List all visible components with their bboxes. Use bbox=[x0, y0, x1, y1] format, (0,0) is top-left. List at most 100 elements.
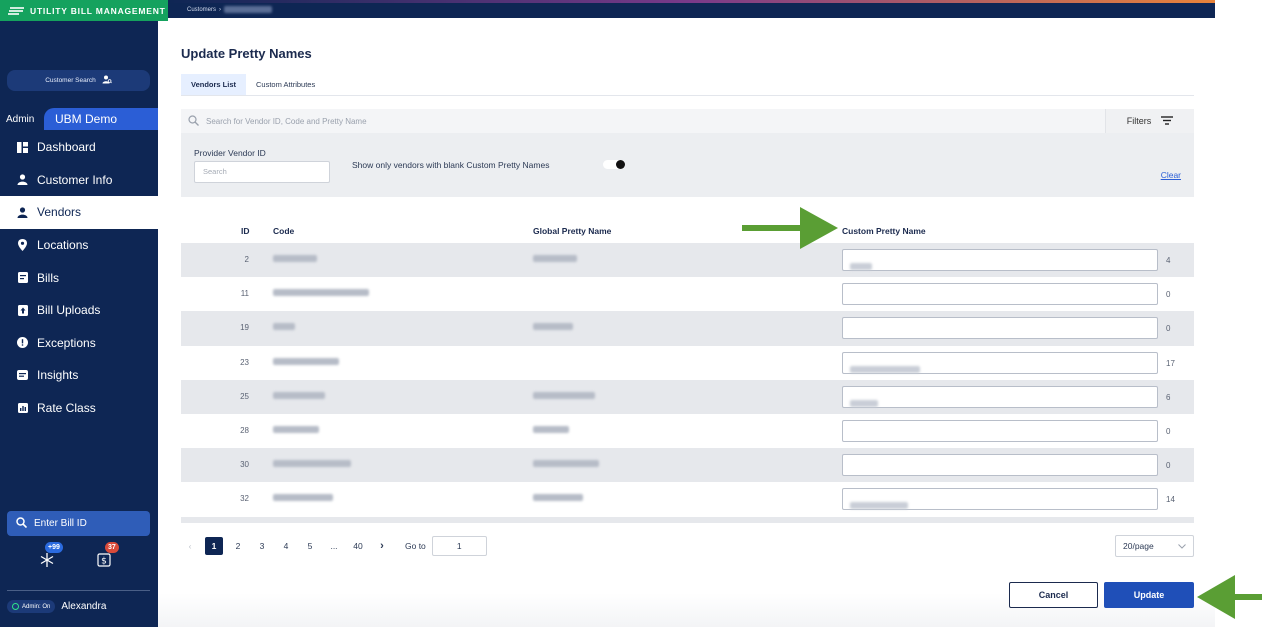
custom-pretty-name-input[interactable] bbox=[842, 351, 1158, 374]
user-name[interactable]: Alexandra bbox=[61, 601, 106, 612]
table-row bbox=[181, 516, 1194, 523]
row-code-redacted bbox=[273, 425, 319, 435]
table-row: 30 0 bbox=[181, 448, 1194, 483]
prev-page-button[interactable]: ‹ bbox=[181, 537, 199, 555]
row-id: 28 bbox=[240, 425, 249, 435]
user-row: Admin: On Alexandra bbox=[7, 600, 106, 613]
tab-vendors-list[interactable]: Vendors List bbox=[181, 74, 247, 95]
table-header: ID Code Global Pretty Name Custom Pretty… bbox=[181, 218, 1194, 243]
sidebar-item-label: Locations bbox=[37, 238, 89, 253]
sidebar-item-exceptions[interactable]: Exceptions bbox=[0, 327, 158, 360]
filter-panel: Provider Vendor ID Search Show only vend… bbox=[181, 133, 1194, 197]
row-count: 0 bbox=[1166, 426, 1171, 436]
next-page-button[interactable]: › bbox=[373, 537, 391, 555]
sidebar-item-customer-info[interactable]: Customer Info bbox=[0, 164, 158, 197]
sidebar-item-label: Insights bbox=[37, 368, 79, 383]
custom-pretty-name-input[interactable] bbox=[842, 522, 1158, 523]
search-bar: Search for Vendor ID, Code and Pretty Na… bbox=[181, 109, 1194, 133]
sidebar-item-bills[interactable]: Bills bbox=[0, 261, 158, 294]
admin-mode-label: Admin: On bbox=[22, 603, 51, 610]
bill-id-input[interactable]: Enter Bill ID bbox=[7, 511, 150, 536]
page-5-button[interactable]: 5 bbox=[301, 537, 319, 555]
page-ellipsis[interactable]: ... bbox=[325, 537, 343, 555]
page-size-select[interactable]: 20/page bbox=[1115, 535, 1194, 557]
row-id: 11 bbox=[240, 289, 249, 299]
page-2-button[interactable]: 2 bbox=[229, 537, 247, 555]
provider-vendor-id-input[interactable]: Search bbox=[194, 161, 330, 183]
notification-badge: +99 bbox=[45, 542, 63, 553]
breadcrumb-customers[interactable]: Customers bbox=[187, 7, 216, 13]
custom-pretty-name-input[interactable] bbox=[842, 419, 1158, 442]
brand-stripes-icon bbox=[8, 6, 24, 15]
filters-label: Filters bbox=[1126, 116, 1152, 126]
sidebar-item-rate-class[interactable]: Rate Class bbox=[0, 392, 158, 425]
location-pin-icon bbox=[17, 239, 28, 252]
custom-pretty-name-input[interactable] bbox=[842, 385, 1158, 408]
table-row: 2 4 bbox=[181, 243, 1194, 278]
row-id: 19 bbox=[240, 323, 249, 333]
insights-icon bbox=[17, 370, 28, 381]
row-count: 0 bbox=[1166, 461, 1171, 471]
breadcrumb-customer-redacted[interactable] bbox=[224, 6, 273, 13]
chevron-down-icon bbox=[1178, 541, 1186, 551]
tab-custom-attributes[interactable]: Custom Attributes bbox=[246, 74, 325, 95]
cancel-button[interactable]: Cancel bbox=[1009, 582, 1098, 608]
sidebar-item-label: Bills bbox=[37, 270, 60, 285]
page-3-button[interactable]: 3 bbox=[253, 537, 271, 555]
goto-page-input[interactable]: 1 bbox=[431, 536, 487, 556]
sidebar-divider bbox=[7, 590, 150, 591]
table-row: 25 6 bbox=[181, 379, 1194, 414]
dollar-doc-icon: $ bbox=[97, 553, 111, 567]
row-code-redacted bbox=[273, 255, 317, 264]
sidebar-item-bill-uploads[interactable]: Bill Uploads bbox=[0, 294, 158, 327]
sidebar-item-locations[interactable]: Locations bbox=[0, 229, 158, 262]
rate-class-icon bbox=[17, 403, 28, 414]
notifications-button[interactable]: +99 bbox=[38, 542, 63, 568]
brand-logo[interactable]: UTILITY BILL MANAGEMENT bbox=[0, 0, 168, 21]
row-global-name-redacted bbox=[533, 255, 577, 264]
table-row: 32 14 bbox=[181, 482, 1194, 516]
bill-alerts-button[interactable]: $ 37 bbox=[97, 542, 119, 568]
breadcrumb-separator: › bbox=[219, 6, 222, 13]
update-button[interactable]: Update bbox=[1104, 582, 1194, 608]
custom-pretty-name-input[interactable] bbox=[842, 488, 1158, 511]
page-40-button[interactable]: 40 bbox=[349, 537, 367, 555]
row-code-redacted bbox=[273, 289, 369, 298]
sidebar-item-insights[interactable]: Insights bbox=[0, 359, 158, 392]
custom-pretty-name-input[interactable] bbox=[842, 249, 1158, 271]
custom-pretty-name-input[interactable] bbox=[842, 454, 1158, 477]
row-count: 0 bbox=[1166, 290, 1171, 300]
sidebar-item-label: Vendors bbox=[37, 205, 82, 220]
column-header-code[interactable]: Code bbox=[273, 226, 294, 236]
clear-filters-link[interactable]: Clear bbox=[1161, 170, 1181, 180]
main-content: Update Pretty Names Vendors List Custom … bbox=[158, 18, 1215, 627]
customer-search-button[interactable]: Customer Search bbox=[7, 70, 150, 91]
search-icon bbox=[188, 114, 199, 128]
blank-only-toggle[interactable] bbox=[603, 160, 625, 169]
account-name[interactable]: UBM Demo bbox=[44, 108, 158, 130]
vendor-search-input[interactable]: Search for Vendor ID, Code and Pretty Na… bbox=[181, 109, 1106, 133]
table-row: 28 0 bbox=[181, 414, 1194, 448]
account-switcher[interactable]: Admin UBM Demo bbox=[0, 108, 158, 130]
search-icon bbox=[16, 516, 28, 531]
page-1-button[interactable]: 1 bbox=[205, 537, 223, 555]
column-header-custom-pretty-name[interactable]: Custom Pretty Name bbox=[842, 226, 926, 236]
custom-pretty-name-input[interactable] bbox=[842, 317, 1158, 340]
row-count: 14 bbox=[1166, 495, 1175, 505]
row-code-redacted bbox=[273, 391, 325, 401]
page-4-button[interactable]: 4 bbox=[277, 537, 295, 555]
column-header-global-pretty-name[interactable]: Global Pretty Name bbox=[533, 226, 611, 236]
row-id: 32 bbox=[240, 494, 249, 504]
provider-vendor-id-label: Provider Vendor ID bbox=[194, 148, 266, 158]
sidebar-item-dashboard[interactable]: Dashboard bbox=[0, 131, 158, 164]
custom-pretty-name-input[interactable] bbox=[842, 283, 1158, 306]
filter-lines-icon bbox=[1161, 115, 1174, 127]
sidebar-item-vendors[interactable]: Vendors bbox=[0, 196, 158, 229]
column-header-id[interactable]: ID bbox=[241, 226, 250, 236]
admin-mode-toggle[interactable]: Admin: On bbox=[7, 600, 56, 613]
sidebar-item-label: Exceptions bbox=[37, 335, 96, 350]
filters-button[interactable]: Filters bbox=[1106, 109, 1194, 133]
sidebar-item-label: Rate Class bbox=[37, 401, 96, 416]
row-global-name-redacted bbox=[533, 323, 573, 332]
sidebar-item-label: Bill Uploads bbox=[37, 303, 101, 318]
